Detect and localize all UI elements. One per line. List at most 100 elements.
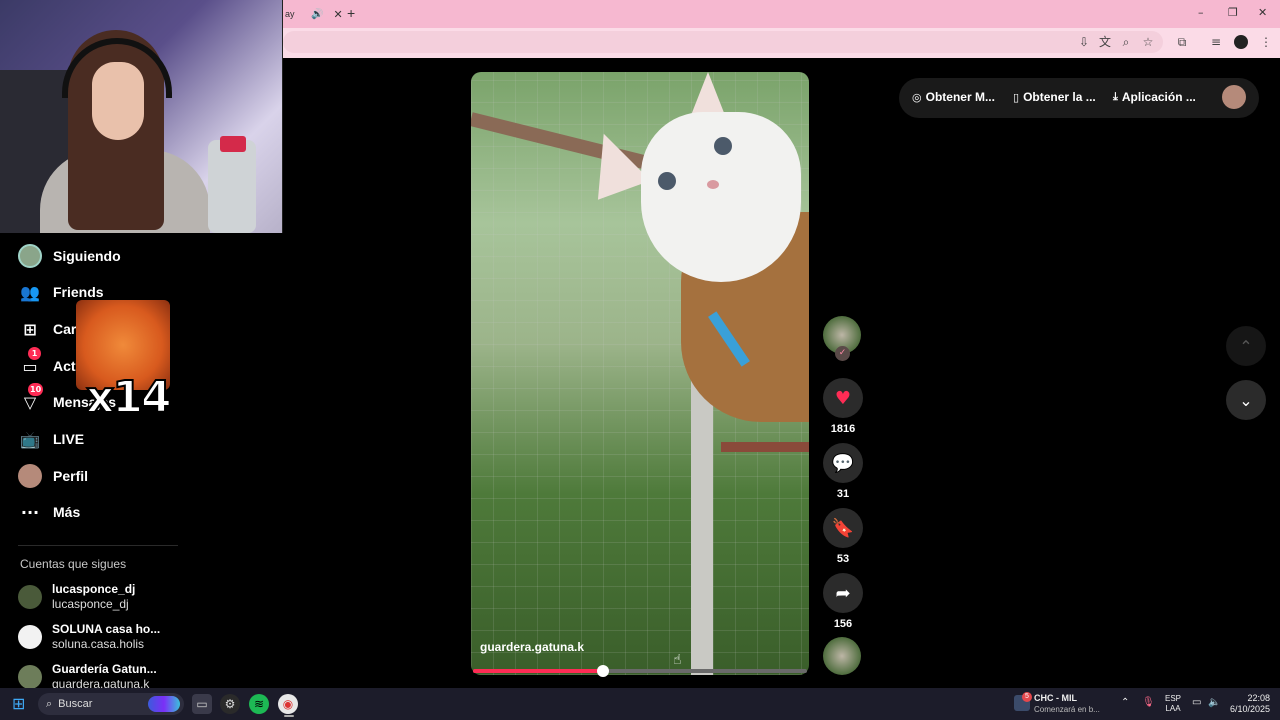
webcam-frame: [0, 0, 283, 233]
account-name: Guardería Gatun...: [52, 662, 157, 676]
download-icon: ⤓: [1113, 90, 1118, 103]
clock-date: 6/10/2025: [1229, 704, 1270, 714]
comment-icon: 💬: [831, 452, 855, 474]
install-icon[interactable]: ⇩: [1076, 34, 1092, 50]
share-count: 156: [833, 618, 853, 630]
zoom-icon[interactable]: ⌕: [1118, 34, 1134, 50]
save-button[interactable]: 🔖: [823, 508, 863, 548]
activity-badge: 1: [28, 347, 41, 360]
meme-counter-text: x14: [85, 371, 173, 424]
account-handle: lucasponce_dj: [52, 597, 129, 611]
taskbar-clock[interactable]: 22:08 6/10/2025: [1226, 693, 1270, 715]
tray-chevron-icon[interactable]: ⌃: [1121, 697, 1129, 708]
media-title[interactable]: CHC - MIL: [1034, 693, 1077, 703]
media-icon[interactable]: ≡: [1208, 34, 1224, 50]
sidebar-item-label: Perfil: [53, 468, 89, 484]
desktop-app-label: Aplicación ...: [1121, 90, 1196, 104]
live-icon: 📺: [20, 429, 40, 449]
close-window-button[interactable]: ✕: [1258, 6, 1267, 19]
next-video-button[interactable]: ⌄: [1226, 380, 1266, 420]
previous-video-button[interactable]: ⌃: [1226, 326, 1266, 366]
lang-top: ESP: [1165, 694, 1182, 703]
profile-icon[interactable]: [1234, 35, 1248, 49]
get-coins-button[interactable]: ◎ Obtener M...: [912, 90, 995, 104]
get-app-button[interactable]: ▯ Obtener la ...: [1013, 90, 1096, 104]
bookmark-icon: 🔖: [831, 517, 855, 539]
follow-check-icon[interactable]: ✓: [835, 346, 850, 361]
messages-icon: ▽ 10: [23, 383, 44, 412]
steam-icon[interactable]: ⚙: [220, 694, 240, 714]
comment-button[interactable]: 💬: [823, 443, 863, 483]
account-handle: soluna.casa.holis: [52, 637, 145, 651]
tab-close-icon[interactable]: ✕: [333, 8, 342, 21]
tab-title: ay: [285, 9, 295, 19]
media-badge: 5: [1022, 692, 1032, 702]
clock-time: 22:08: [1247, 693, 1270, 703]
video-cat-nose: [707, 180, 719, 189]
video-beam: [721, 442, 809, 452]
video-author[interactable]: guardera.gatuna.k: [480, 640, 584, 654]
heart-icon: ♥: [834, 387, 852, 409]
desktop-app-button[interactable]: ⤓ Aplicación ...: [1113, 90, 1196, 104]
friends-icon: 👥: [20, 282, 40, 302]
account-avatar: [18, 585, 42, 609]
like-count: 1816: [830, 423, 856, 435]
new-tab-button[interactable]: +: [347, 5, 355, 21]
following-account[interactable]: SOLUNA casa ho... soluna.casa.holis: [18, 620, 160, 654]
music-disc-icon[interactable]: [823, 637, 861, 675]
video-progress-bar[interactable]: [473, 665, 807, 677]
progress-knob[interactable]: [597, 665, 610, 677]
language-indicator[interactable]: ESP LAA: [1165, 694, 1181, 714]
menu-icon[interactable]: ⋮: [1258, 34, 1274, 50]
chevron-up-icon: ⌃: [1239, 336, 1253, 356]
webcam-overlay: [0, 0, 283, 233]
comment-count: 31: [836, 488, 850, 500]
sidebar-item-label: Más: [53, 504, 81, 520]
translate-icon[interactable]: 文: [1097, 34, 1113, 50]
task-view-icon[interactable]: ▭: [192, 694, 212, 714]
following-title: Cuentas que sigues: [20, 557, 127, 571]
mouse-cursor-icon: ☝: [673, 652, 682, 668]
get-app-label: Obtener la ...: [1023, 90, 1096, 104]
upload-icon: ⊞: [23, 319, 37, 339]
windows-start-icon[interactable]: ⊞: [12, 695, 30, 713]
account-avatar: [18, 665, 42, 689]
video-player[interactable]: [471, 72, 809, 675]
sidebar-item-live[interactable]: 📺 LIVE: [18, 424, 84, 454]
account-name: SOLUNA casa ho...: [52, 622, 161, 636]
phone-icon: ▯: [1013, 90, 1020, 104]
volume-icon[interactable]: 🔈: [1208, 697, 1220, 708]
video-cat-eye: [714, 137, 732, 155]
chrome-icon[interactable]: ◉: [278, 694, 298, 714]
account-name: lucasponce_dj: [52, 582, 136, 596]
star-icon[interactable]: ☆: [1140, 34, 1156, 50]
taskbar-search[interactable]: ⌕ Buscar: [38, 693, 184, 715]
search-highlight-art: [148, 696, 180, 712]
extensions-icon[interactable]: ⧉: [1174, 34, 1190, 50]
profile-avatar-icon: [18, 464, 42, 488]
sidebar-item-siguiendo[interactable]: Siguiendo: [18, 241, 121, 271]
sidebar-item-label: Siguiendo: [53, 248, 121, 264]
account-avatar: [18, 625, 42, 649]
restore-button[interactable]: ❐: [1228, 6, 1238, 19]
sidebar-item-label: Friends: [53, 284, 104, 300]
active-app-indicator: [284, 715, 294, 717]
minimize-button[interactable]: –: [1198, 6, 1204, 19]
following-account[interactable]: lucasponce_dj lucasponce_dj: [18, 580, 135, 614]
microphone-icon[interactable]: 🎙: [1142, 697, 1155, 708]
media-subtitle: Comenzará en b...: [1034, 705, 1100, 714]
chevron-down-icon: ⌄: [1239, 390, 1253, 410]
search-placeholder: Buscar: [58, 698, 93, 710]
divider: [18, 545, 178, 546]
coin-icon: ◎: [912, 90, 922, 104]
address-bar[interactable]: [283, 31, 1163, 53]
speaker-icon[interactable]: 🔊: [311, 9, 323, 20]
sidebar-item-perfil[interactable]: Perfil: [18, 461, 88, 491]
sidebar-item-mas[interactable]: ··· Más: [18, 497, 80, 527]
network-icon[interactable]: ▭: [1192, 697, 1201, 708]
like-button[interactable]: ♥: [823, 378, 863, 418]
share-button[interactable]: ➦: [823, 573, 863, 613]
user-avatar[interactable]: [1222, 85, 1246, 109]
spotify-icon[interactable]: ≋: [249, 694, 269, 714]
save-count: 53: [836, 553, 850, 565]
